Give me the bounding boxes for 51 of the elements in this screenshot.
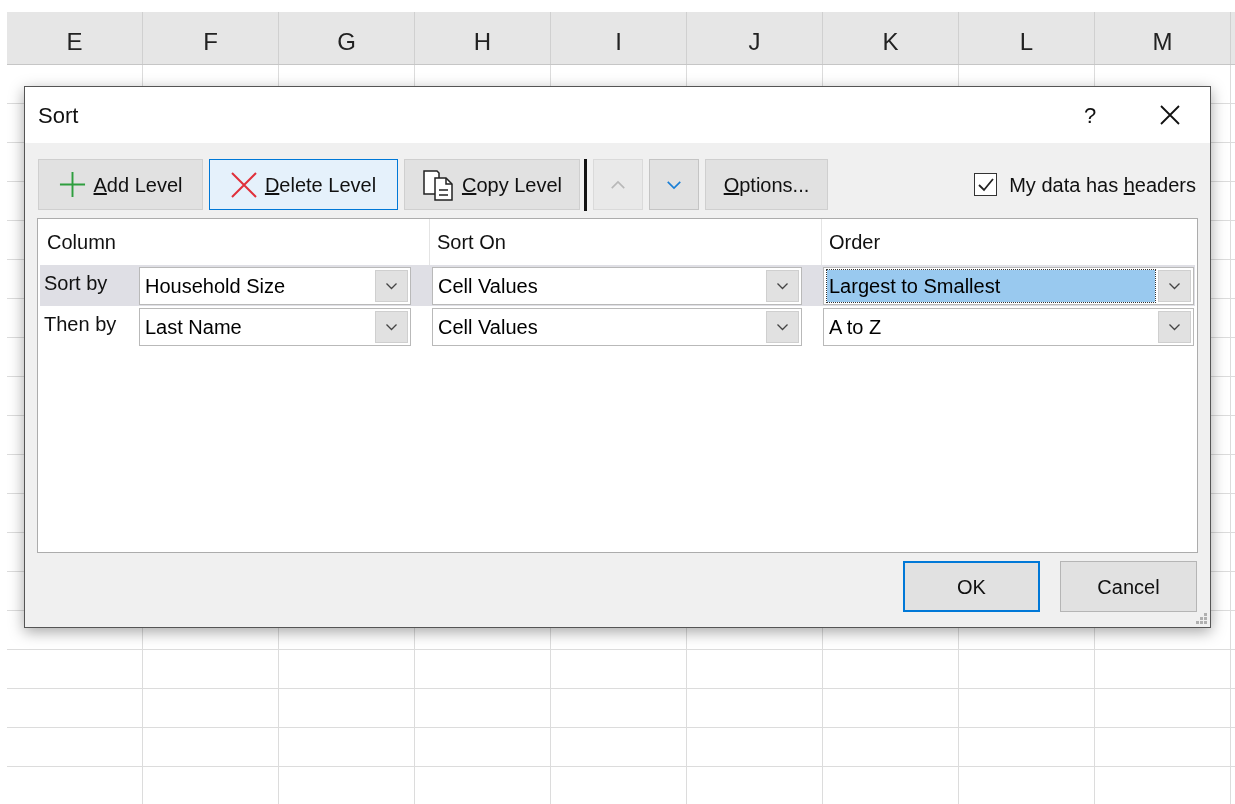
chevron-down-icon [1168, 281, 1181, 290]
resize-grip-icon[interactable] [1196, 613, 1208, 625]
ok-button[interactable]: OK [903, 561, 1040, 612]
column-header[interactable]: E [7, 12, 143, 64]
level-label: Then by [43, 312, 118, 337]
dropdown-button[interactable] [766, 310, 799, 343]
add-level-button[interactable]: Add Level [38, 159, 203, 210]
window-title: Sort [38, 101, 79, 130]
cancel-button[interactable]: Cancel [1060, 561, 1197, 612]
column-heading: Sort On [437, 230, 506, 255]
sort-on-dropdown[interactable]: Cell Values [432, 266, 802, 305]
column-heading: Order [829, 230, 881, 255]
chevron-down-icon [385, 322, 398, 331]
delete-level-button[interactable]: Delete Level [209, 159, 398, 210]
delete-icon [230, 171, 257, 198]
order-dropdown[interactable]: Largest to Smallest [823, 266, 1194, 305]
column-dropdown[interactable]: Last Name [139, 307, 411, 346]
chevron-down-icon [1168, 322, 1181, 331]
chevron-down-icon [776, 322, 789, 331]
checkbox[interactable] [974, 173, 998, 196]
chevron-down-icon [666, 179, 682, 190]
chevron-down-icon [385, 281, 398, 290]
options-button[interactable]: Options... [705, 159, 828, 210]
copy-icon [421, 168, 454, 201]
order-dropdown[interactable]: A to Z [823, 307, 1194, 346]
copy-level-button[interactable]: Copy Level [404, 159, 580, 210]
dropdown-button[interactable] [1158, 269, 1191, 302]
checkbox-label: My data has headers [1009, 172, 1196, 198]
column-header[interactable]: M [1095, 12, 1231, 64]
dropdown-button[interactable] [766, 269, 799, 302]
column-header[interactable]: H [415, 12, 551, 64]
checkmark-icon [977, 177, 994, 192]
sort-level-row[interactable]: Sort by Household Size Cell Values Largest to Smallest [40, 265, 1195, 306]
chevron-up-icon [610, 179, 626, 190]
column-heading: Column [47, 230, 116, 255]
dropdown-button[interactable] [375, 269, 408, 302]
level-label: Sort by [43, 271, 109, 296]
chevron-down-icon [776, 281, 789, 290]
dropdown-button[interactable] [375, 310, 408, 343]
column-header[interactable]: K [823, 12, 959, 64]
column-header[interactable]: F [143, 12, 279, 64]
column-dropdown[interactable]: Household Size [139, 266, 411, 305]
column-header[interactable]: L [959, 12, 1095, 64]
column-header[interactable]: I [551, 12, 687, 64]
plus-icon [58, 171, 86, 198]
close-icon[interactable] [1160, 105, 1180, 125]
help-button[interactable]: ? [1070, 95, 1110, 135]
sort-on-dropdown[interactable]: Cell Values [432, 307, 802, 346]
column-header[interactable]: G [279, 12, 415, 64]
dropdown-button[interactable] [1158, 310, 1191, 343]
column-header[interactable]: J [687, 12, 823, 64]
